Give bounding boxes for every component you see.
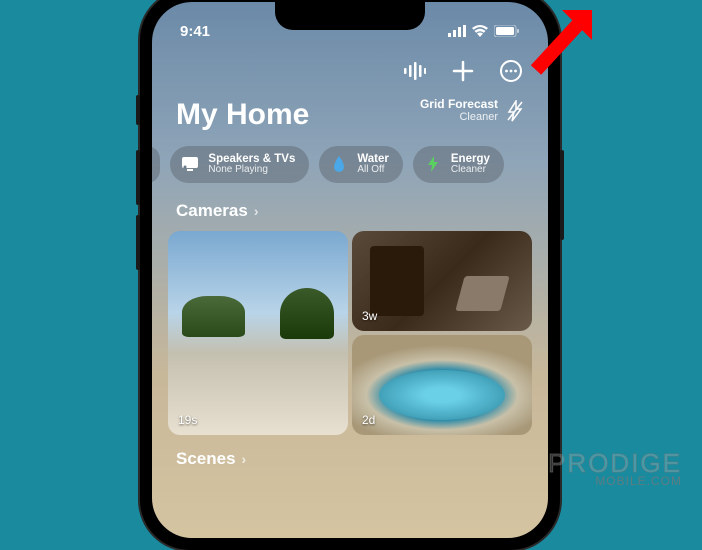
screen: 9:41 My Home Grid Forecast xyxy=(152,2,548,538)
phone-volume-down xyxy=(136,215,140,270)
pill-partial[interactable]: y xyxy=(152,146,160,183)
accessory-pills: y Speakers & TVs None Playing Water Al xyxy=(152,146,548,201)
grid-forecast-value: Cleaner xyxy=(420,111,498,123)
scenes-section-header[interactable]: Scenes › xyxy=(152,435,548,479)
water-drop-icon xyxy=(329,154,349,174)
watermark: PRODIGE MOBILE.COM xyxy=(548,452,682,488)
camera-tile[interactable]: 19s xyxy=(168,231,348,435)
phone-volume-up xyxy=(136,150,140,205)
pill-sub: None Playing xyxy=(208,165,295,176)
phone-frame: 9:41 My Home Grid Forecast xyxy=(140,0,560,550)
pill-sub: All Off xyxy=(357,165,389,176)
section-title: Scenes xyxy=(176,449,236,469)
wifi-icon xyxy=(472,25,488,37)
bolt-icon xyxy=(423,154,443,174)
cameras-section-header[interactable]: Cameras › xyxy=(152,201,548,231)
camera-timestamp: 2d xyxy=(362,413,375,427)
battery-icon xyxy=(494,25,520,37)
pill-sub: Cleaner xyxy=(451,165,490,176)
camera-tile[interactable]: 3w xyxy=(352,231,532,331)
status-time: 9:41 xyxy=(180,23,210,40)
tv-icon xyxy=(180,154,200,174)
grid-forecast-label: Grid Forecast xyxy=(420,98,498,111)
notch xyxy=(275,2,425,30)
phone-side-button xyxy=(136,95,140,125)
bolt-off-icon xyxy=(506,100,524,122)
phone-power-button xyxy=(560,150,564,240)
pill-water[interactable]: Water All Off xyxy=(319,146,403,183)
status-icons xyxy=(448,25,520,37)
pill-energy[interactable]: Energy Cleaner xyxy=(413,146,504,183)
pill-speakers[interactable]: Speakers & TVs None Playing xyxy=(170,146,309,183)
cellular-icon xyxy=(448,25,466,37)
voice-icon[interactable] xyxy=(402,58,428,84)
grid-forecast[interactable]: Grid Forecast Cleaner xyxy=(420,98,524,123)
page-title: My Home xyxy=(176,98,309,132)
camera-timestamp: 19s xyxy=(178,413,197,427)
section-title: Cameras xyxy=(176,201,248,221)
top-toolbar xyxy=(152,46,548,92)
chevron-right-icon: › xyxy=(254,203,259,219)
camera-tile[interactable]: 2d xyxy=(352,335,532,435)
camera-grid: 19s 3w 2d xyxy=(152,231,548,435)
watermark-main: PRODIGE xyxy=(548,452,682,474)
chevron-right-icon: › xyxy=(242,451,247,467)
add-button[interactable] xyxy=(450,58,476,84)
more-button[interactable] xyxy=(498,58,524,84)
camera-timestamp: 3w xyxy=(362,309,377,323)
